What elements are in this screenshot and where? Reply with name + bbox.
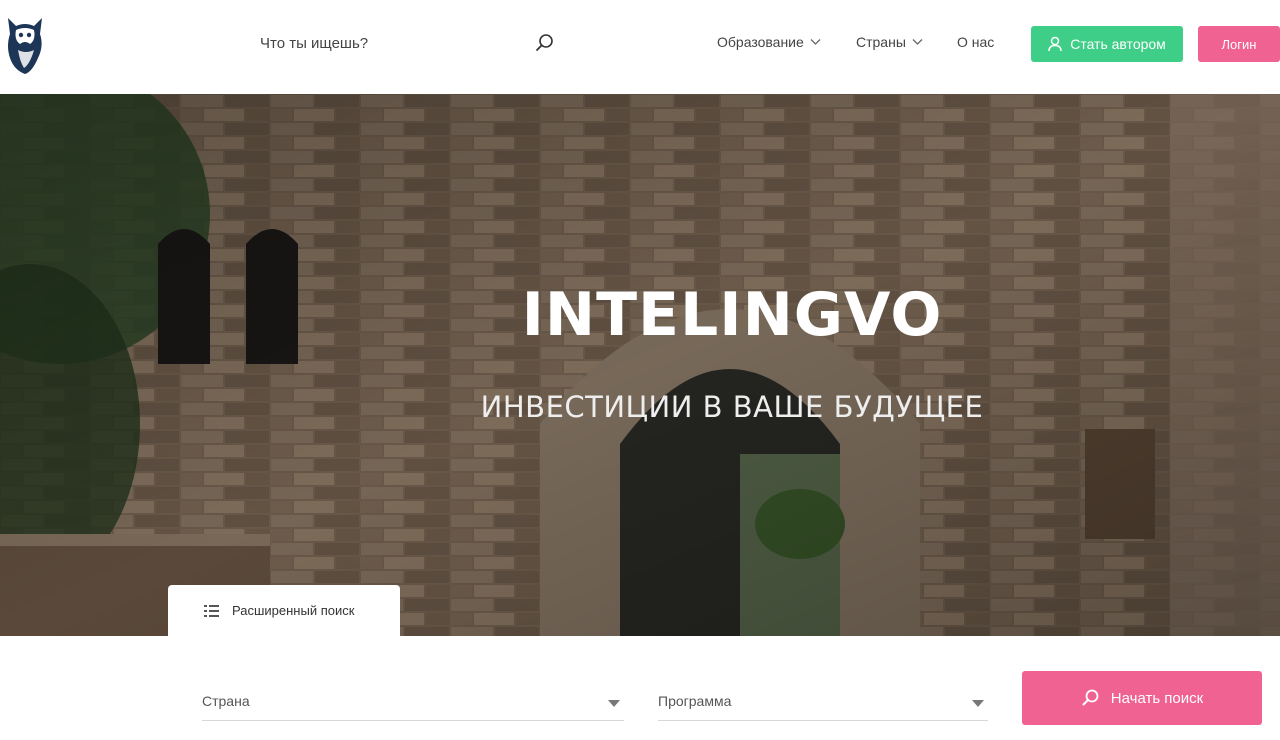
header: Образование Страны О нас Стать автором Л… bbox=[0, 0, 1280, 94]
country-select[interactable]: Страна bbox=[202, 680, 624, 721]
nav-about[interactable]: О нас bbox=[957, 34, 994, 50]
country-select-label: Страна bbox=[202, 693, 250, 709]
hero-title: INTELINGVO bbox=[521, 280, 943, 350]
become-author-label: Стать автором bbox=[1070, 36, 1166, 52]
search-icon bbox=[1082, 689, 1099, 706]
program-select[interactable]: Программа bbox=[658, 680, 988, 721]
advanced-search-label: Расширенный поиск bbox=[232, 603, 355, 618]
dropdown-arrow-icon bbox=[608, 700, 620, 707]
user-icon bbox=[1048, 36, 1062, 52]
become-author-button[interactable]: Стать автором bbox=[1031, 26, 1183, 62]
login-button[interactable]: Логин bbox=[1198, 26, 1280, 62]
dropdown-arrow-icon bbox=[972, 700, 984, 707]
advanced-search-tab[interactable]: Расширенный поиск bbox=[168, 585, 400, 636]
nav-education-label: Образование bbox=[717, 34, 804, 50]
nav-about-label: О нас bbox=[957, 34, 995, 50]
nav-countries-label: Страны bbox=[856, 34, 906, 50]
start-search-label: Начать поиск bbox=[1110, 689, 1204, 707]
login-label: Логин bbox=[1221, 36, 1257, 52]
start-search-button[interactable]: Начать поиск bbox=[1022, 671, 1262, 725]
list-icon bbox=[204, 604, 219, 617]
program-select-label: Программа bbox=[658, 693, 732, 709]
search-input[interactable] bbox=[258, 30, 532, 56]
chevron-down-icon bbox=[912, 39, 923, 45]
search-icon[interactable] bbox=[534, 32, 556, 54]
nav-education[interactable]: Образование bbox=[717, 34, 821, 50]
hero-banner: INTELINGVO ИНВЕСТИЦИИ В ВАШЕ БУДУЩЕЕ bbox=[0, 94, 1280, 636]
nav-countries[interactable]: Страны bbox=[856, 34, 923, 50]
owl-logo-icon[interactable] bbox=[4, 14, 46, 76]
hero-background-image bbox=[0, 94, 1280, 636]
chevron-down-icon bbox=[810, 39, 821, 45]
hero-subtitle: ИНВЕСТИЦИИ В ВАШЕ БУДУЩЕЕ bbox=[480, 390, 984, 424]
